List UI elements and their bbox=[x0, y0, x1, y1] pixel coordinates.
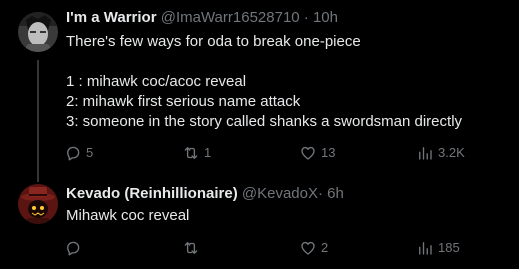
retweet-icon bbox=[184, 147, 198, 159]
tweet-text: There's few ways for oda to break one-pi… bbox=[66, 32, 462, 132]
tweet-text-line: 1 : mihawk coc/acoc reveal bbox=[66, 73, 247, 90]
views-button[interactable]: 185 bbox=[416, 238, 460, 258]
like-button[interactable]: 2 bbox=[299, 238, 328, 258]
tweet-header: I'm a Warrior @ImaWarr16528710 · 10h bbox=[66, 8, 338, 28]
avatar-image bbox=[18, 184, 58, 224]
tweet-text-line: 2: mihawk first serious name attack bbox=[66, 93, 301, 110]
views-button[interactable]: 3.2K bbox=[416, 143, 465, 163]
reply-icon bbox=[67, 146, 80, 161]
like-count: 2 bbox=[321, 240, 329, 255]
retweet-count: 1 bbox=[204, 145, 212, 160]
separator-dot: · bbox=[303, 9, 309, 26]
timestamp[interactable]: 10h bbox=[313, 9, 338, 26]
views-icon bbox=[419, 242, 432, 255]
like-count: 13 bbox=[321, 145, 336, 160]
thread-connector-line bbox=[37, 60, 39, 182]
reply-icon bbox=[67, 241, 80, 256]
user-handle[interactable]: @KevadoX bbox=[242, 185, 318, 202]
like-button[interactable]: 13 bbox=[299, 143, 335, 163]
tweet-actions: 2 185 bbox=[0, 238, 519, 258]
tweet-text-line: There's few ways for oda to break one-pi… bbox=[66, 33, 361, 50]
user-handle[interactable]: @ImaWarr16528710 bbox=[161, 9, 300, 26]
display-name[interactable]: I'm a Warrior bbox=[66, 9, 157, 26]
views-count: 3.2K bbox=[438, 145, 465, 160]
tweet-text-line: 3: someone in the story called shanks a … bbox=[66, 113, 463, 130]
reply-button[interactable] bbox=[64, 238, 86, 258]
views-count: 185 bbox=[438, 240, 460, 255]
reply-count: 5 bbox=[86, 145, 94, 160]
like-icon bbox=[301, 241, 315, 255]
display-name[interactable]: Kevado (Reinhillionaire) bbox=[66, 185, 238, 202]
tweet-text-line: Mihawk coc reveal bbox=[66, 207, 190, 224]
retweet-icon bbox=[184, 242, 198, 254]
retweet-button[interactable] bbox=[182, 238, 204, 258]
like-icon bbox=[301, 146, 315, 160]
tweet-header: Kevado (Reinhillionaire) @KevadoX· 6h bbox=[66, 184, 344, 204]
tweet-actions: 5 1 13 3.2K bbox=[0, 143, 519, 163]
avatar-image bbox=[18, 12, 58, 52]
retweet-button[interactable]: 1 bbox=[182, 143, 211, 163]
avatar[interactable] bbox=[18, 12, 58, 52]
reply-button[interactable]: 5 bbox=[64, 143, 93, 163]
avatar[interactable] bbox=[18, 184, 58, 224]
views-icon bbox=[419, 147, 432, 160]
timestamp[interactable]: 6h bbox=[327, 185, 344, 202]
tweet-text: Mihawk coc reveal bbox=[66, 206, 189, 226]
tweet-text-line bbox=[66, 52, 462, 72]
